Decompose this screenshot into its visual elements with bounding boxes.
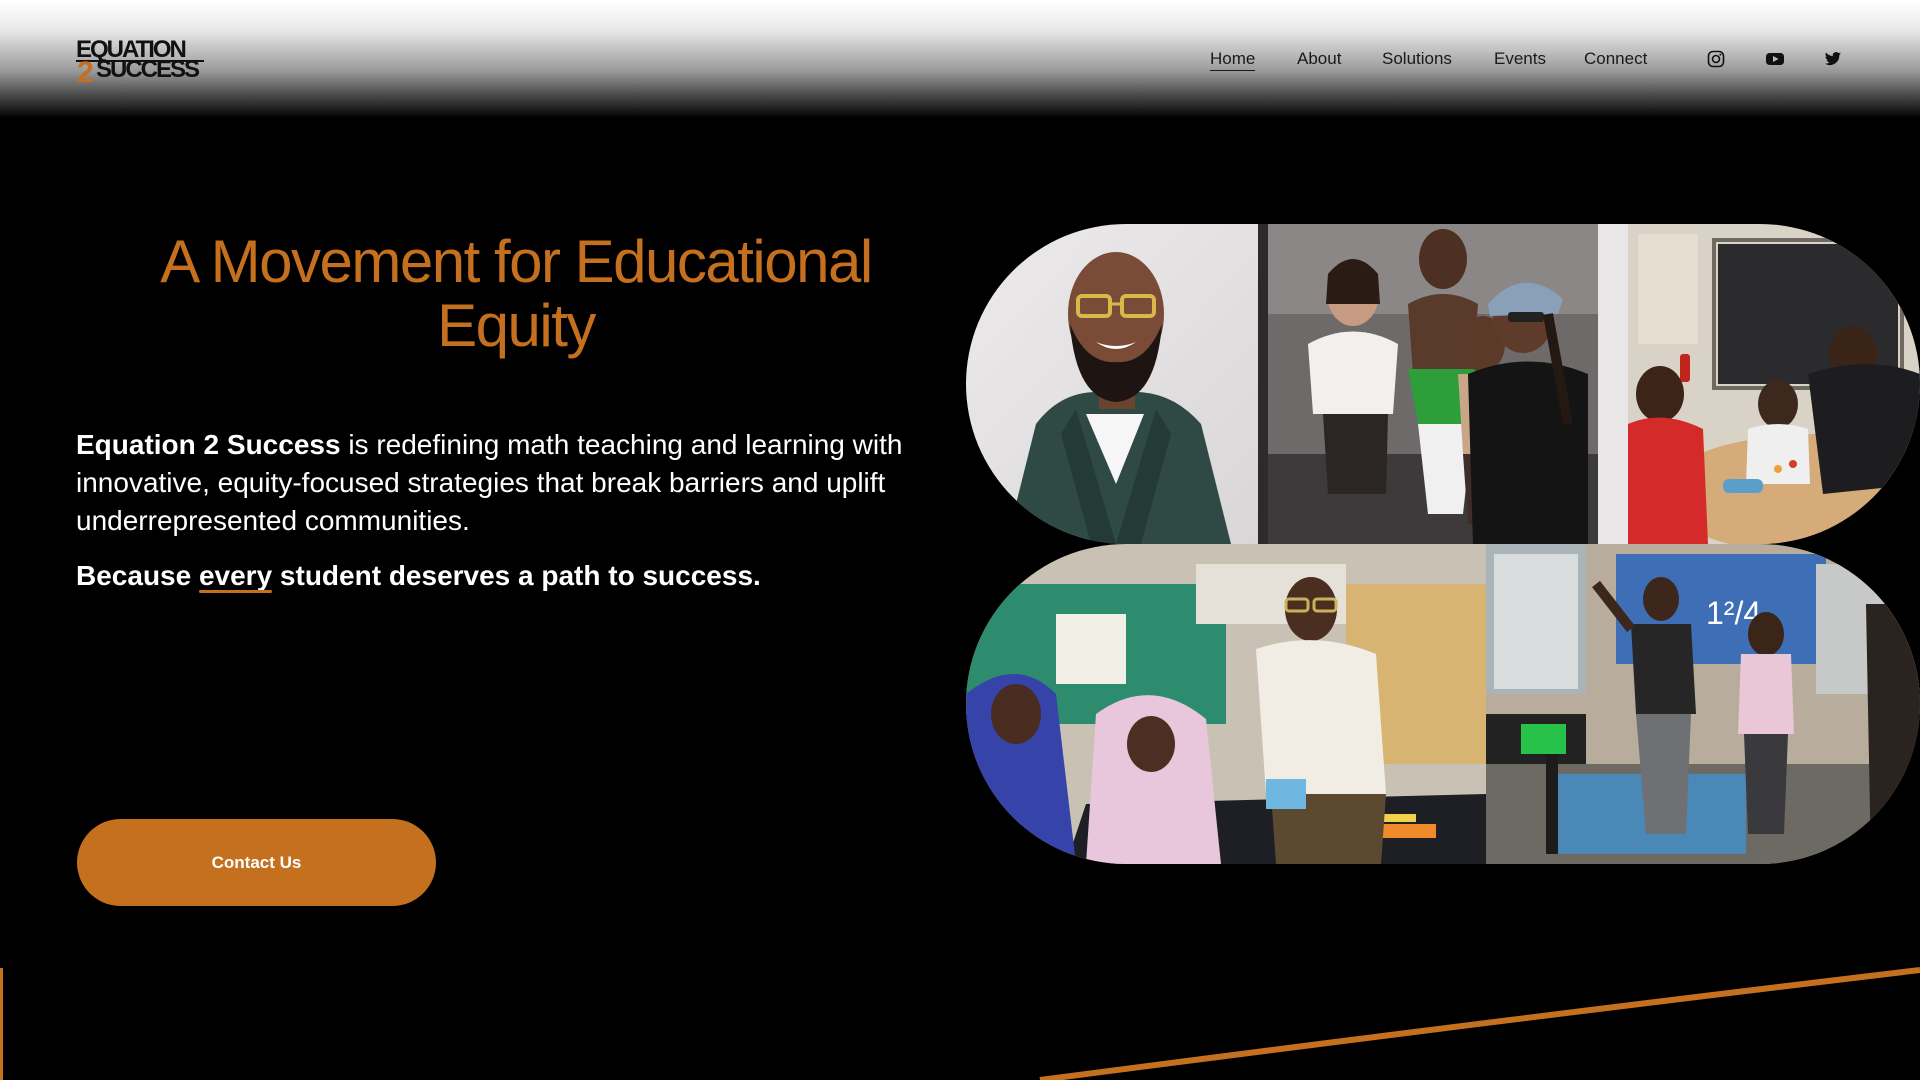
photo-kids-at-table (1628, 224, 1920, 544)
hero-description: Equation 2 Success is redefining math te… (76, 426, 936, 540)
photo-students-with-teacher (966, 544, 1486, 864)
tagline-suffix: student deserves a path to success. (272, 560, 761, 591)
nav-solutions[interactable]: Solutions (1382, 49, 1452, 69)
tagline-emphasis: every (198, 560, 273, 591)
nav-connect[interactable]: Connect (1584, 49, 1647, 69)
photo-teacher-presenting-fraction: 1²/4 (1486, 544, 1920, 864)
photo-portrait-man-green-blazer (966, 224, 1268, 544)
logo-number: 2 (77, 56, 94, 89)
hero-tagline: Because every student deserves a path to… (76, 558, 936, 594)
twitter-icon[interactable] (1824, 50, 1842, 68)
collage-bottom-row: 1²/4 (966, 544, 1920, 864)
instagram-icon[interactable] (1707, 50, 1725, 68)
decorative-swoosh (1039, 967, 1920, 1080)
logo[interactable]: EQUATION 2 SUCCESS (76, 36, 206, 89)
tagline-prefix: Because (76, 560, 199, 591)
nav-home[interactable]: Home (1210, 49, 1256, 71)
nav-about[interactable]: About (1297, 49, 1341, 69)
photo-collage: 1²/4 (966, 224, 1920, 864)
page: EQUATION 2 SUCCESS Home About Solutions … (0, 0, 1920, 1080)
youtube-icon[interactable] (1765, 50, 1785, 68)
contact-us-button[interactable]: Contact Us (77, 819, 436, 906)
hero-title: A Movement for Educational Equity (160, 228, 873, 359)
nav-events[interactable]: Events (1494, 49, 1546, 69)
photo-group-selfie (1268, 224, 1628, 544)
logo-line-2: SUCCESS (96, 56, 200, 83)
collage-top-row (966, 224, 1920, 544)
site-header: EQUATION 2 SUCCESS Home About Solutions … (0, 0, 1920, 118)
brand-name: Equation 2 Success (76, 429, 341, 460)
